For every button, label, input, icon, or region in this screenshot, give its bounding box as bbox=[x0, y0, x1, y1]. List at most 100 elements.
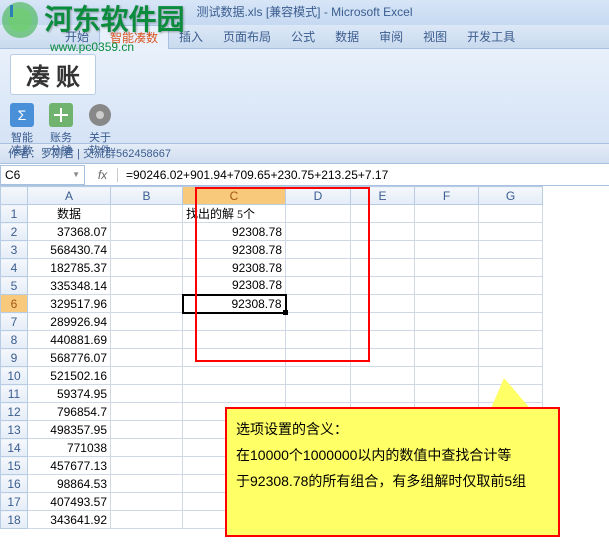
col-header-A[interactable]: A bbox=[28, 187, 111, 205]
cell[interactable] bbox=[351, 313, 415, 331]
cell[interactable] bbox=[479, 331, 543, 349]
name-box[interactable]: C6▼ bbox=[0, 165, 85, 185]
cell[interactable] bbox=[111, 241, 183, 259]
cell[interactable] bbox=[286, 241, 351, 259]
cell[interactable] bbox=[111, 493, 183, 511]
row-header[interactable]: 1 bbox=[1, 205, 28, 223]
cell[interactable] bbox=[111, 511, 183, 529]
cell[interactable] bbox=[415, 349, 479, 367]
tab-formula[interactable]: 公式 bbox=[281, 25, 325, 49]
tab-smart-sum[interactable]: 智能凑数 bbox=[99, 25, 169, 49]
cell[interactable] bbox=[351, 259, 415, 277]
cell[interactable] bbox=[111, 295, 183, 313]
cell[interactable] bbox=[479, 313, 543, 331]
cell[interactable] bbox=[183, 385, 286, 403]
cell[interactable]: 182785.37 bbox=[28, 259, 111, 277]
cell[interactable] bbox=[415, 259, 479, 277]
cell[interactable] bbox=[111, 313, 183, 331]
cell[interactable] bbox=[286, 223, 351, 241]
cell[interactable] bbox=[351, 277, 415, 295]
row-header[interactable]: 4 bbox=[1, 259, 28, 277]
cell[interactable] bbox=[415, 205, 479, 223]
cell[interactable]: 568776.07 bbox=[28, 349, 111, 367]
col-header-B[interactable]: B bbox=[111, 187, 183, 205]
cell[interactable] bbox=[111, 421, 183, 439]
cell[interactable]: 98864.53 bbox=[28, 475, 111, 493]
tab-data[interactable]: 数据 bbox=[325, 25, 369, 49]
cell[interactable] bbox=[111, 367, 183, 385]
cell[interactable] bbox=[286, 259, 351, 277]
cell[interactable]: 92308.78 bbox=[183, 241, 286, 259]
cell[interactable] bbox=[286, 205, 351, 223]
col-header-G[interactable]: G bbox=[479, 187, 543, 205]
cell[interactable]: 289926.94 bbox=[28, 313, 111, 331]
cell[interactable] bbox=[479, 241, 543, 259]
cell[interactable] bbox=[183, 349, 286, 367]
cell[interactable]: 92308.78 bbox=[183, 223, 286, 241]
cell[interactable]: 343641.92 bbox=[28, 511, 111, 529]
cell[interactable] bbox=[111, 349, 183, 367]
tab-dev[interactable]: 开发工具 bbox=[457, 25, 525, 49]
cell[interactable] bbox=[111, 205, 183, 223]
cell[interactable] bbox=[286, 349, 351, 367]
cell[interactable]: 59374.95 bbox=[28, 385, 111, 403]
tab-view[interactable]: 视图 bbox=[413, 25, 457, 49]
col-header-D[interactable]: D bbox=[286, 187, 351, 205]
row-header[interactable]: 2 bbox=[1, 223, 28, 241]
row-header[interactable]: 6 bbox=[1, 295, 28, 313]
cell[interactable] bbox=[286, 331, 351, 349]
cell[interactable] bbox=[111, 403, 183, 421]
cell[interactable] bbox=[479, 277, 543, 295]
col-header-E[interactable]: E bbox=[351, 187, 415, 205]
row-header[interactable]: 14 bbox=[1, 439, 28, 457]
select-all-corner[interactable] bbox=[1, 187, 28, 205]
cell[interactable] bbox=[479, 205, 543, 223]
cell[interactable] bbox=[351, 331, 415, 349]
cell[interactable] bbox=[479, 259, 543, 277]
cell[interactable]: 498357.95 bbox=[28, 421, 111, 439]
cell[interactable] bbox=[415, 367, 479, 385]
row-header[interactable]: 10 bbox=[1, 367, 28, 385]
cell[interactable]: 440881.69 bbox=[28, 331, 111, 349]
fx-icon[interactable]: fx bbox=[88, 168, 118, 182]
cell[interactable] bbox=[111, 385, 183, 403]
row-header[interactable]: 13 bbox=[1, 421, 28, 439]
cell[interactable]: 568430.74 bbox=[28, 241, 111, 259]
cell[interactable]: 521502.16 bbox=[28, 367, 111, 385]
cell[interactable] bbox=[286, 385, 351, 403]
cell[interactable]: 92308.78 bbox=[183, 277, 286, 295]
cell[interactable] bbox=[351, 349, 415, 367]
cell[interactable]: 92308.78 bbox=[183, 259, 286, 277]
cell[interactable] bbox=[286, 367, 351, 385]
cell[interactable] bbox=[286, 295, 351, 313]
row-header[interactable]: 7 bbox=[1, 313, 28, 331]
tab-review[interactable]: 审阅 bbox=[369, 25, 413, 49]
cell[interactable] bbox=[415, 241, 479, 259]
cell[interactable] bbox=[351, 295, 415, 313]
row-header[interactable]: 9 bbox=[1, 349, 28, 367]
cell[interactable] bbox=[111, 223, 183, 241]
cell[interactable]: 37368.07 bbox=[28, 223, 111, 241]
cell[interactable]: 407493.57 bbox=[28, 493, 111, 511]
col-header-F[interactable]: F bbox=[415, 187, 479, 205]
row-header[interactable]: 11 bbox=[1, 385, 28, 403]
cell[interactable] bbox=[479, 223, 543, 241]
cell[interactable] bbox=[286, 277, 351, 295]
cell[interactable] bbox=[183, 313, 286, 331]
cell[interactable]: 数据 bbox=[28, 205, 111, 223]
cell[interactable] bbox=[351, 385, 415, 403]
cell[interactable] bbox=[415, 277, 479, 295]
cell[interactable] bbox=[351, 205, 415, 223]
col-header-C[interactable]: C bbox=[183, 187, 286, 205]
row-header[interactable]: 16 bbox=[1, 475, 28, 493]
chevron-down-icon[interactable]: ▼ bbox=[72, 170, 80, 179]
tab-insert[interactable]: 插入 bbox=[169, 25, 213, 49]
tab-home[interactable]: 开始 bbox=[55, 25, 99, 49]
row-header[interactable]: 5 bbox=[1, 277, 28, 295]
cell[interactable] bbox=[111, 457, 183, 475]
cell[interactable] bbox=[351, 241, 415, 259]
cell[interactable] bbox=[111, 475, 183, 493]
cell[interactable] bbox=[351, 223, 415, 241]
formula-input[interactable] bbox=[121, 165, 609, 185]
cell[interactable] bbox=[111, 439, 183, 457]
